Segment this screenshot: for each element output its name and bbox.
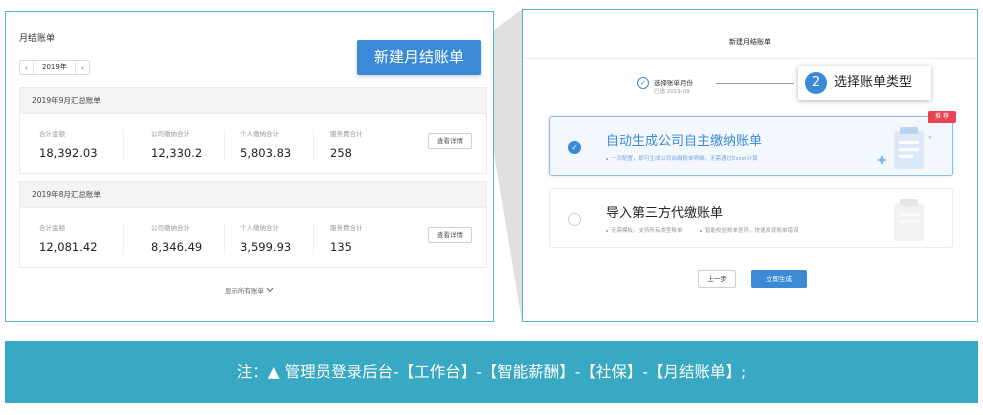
prev-year-button[interactable]: ‹ [20, 61, 33, 74]
company-label: 公司缴纳合计 [151, 130, 190, 138]
new-monthly-bill-callout[interactable]: 新建月结账单 [357, 40, 481, 75]
total-value: 18,392.03 [39, 146, 98, 160]
modal-title: 新建月结账单 [729, 38, 771, 46]
option-auto-generate[interactable]: ✓ 自动生成公司自主缴纳账单 一次配置，即可生成公司自缴账单明细，无需通过Exc… [549, 111, 956, 176]
company-amount: 公司缴纳合计 12,330.2 [151, 128, 202, 160]
instruction-banner: 注：▲ 管理员登录后台-【工作台】-【智能薪酬】-【社保】-【月结账单】; [5, 341, 978, 403]
total-label: 合计金额 [39, 130, 65, 138]
option-title: 自动生成公司自主缴纳账单 [606, 134, 763, 149]
year-picker: ‹ 2019年 › [19, 60, 90, 75]
document-illustration-icon [877, 127, 932, 169]
option-desc-text: 无需模板，支持所有类型账单 [611, 228, 683, 234]
step1-subtitle: 已选 2019-09 [654, 89, 690, 95]
company-value: 8,346.49 [151, 240, 203, 254]
personal-value: 3,599.93 [240, 240, 292, 254]
bill-card-header: 2019年8月汇总账单 [20, 182, 486, 208]
service-value: 135 [330, 240, 352, 254]
total-amount: 合计金额 12,081.42 [39, 222, 98, 254]
option-title: 导入第三方代缴账单 [606, 206, 724, 221]
option-desc-text: 一次配置，即可生成公司自缴账单明细，无需通过Excel计算 [611, 156, 758, 162]
personal-label: 个人缴纳合计 [240, 224, 279, 232]
prev-step-button[interactable]: 上一步 [698, 270, 736, 288]
service-amount: 服务费合计 135 [330, 222, 363, 254]
personal-amount: 个人缴纳合计 3,599.93 [240, 222, 291, 254]
next-year-button[interactable]: › [76, 61, 89, 74]
personal-amount: 个人缴纳合计 5,803.83 [240, 128, 291, 160]
document-illustration-icon [894, 199, 924, 241]
option-desc-text: 智能校验账单差异，快速发现账单错误 [705, 228, 799, 234]
checked-radio-icon[interactable]: ✓ [568, 141, 581, 154]
service-amount: 服务费合计 258 [330, 128, 363, 160]
show-all-label: 显示所有账单 [224, 287, 264, 295]
total-amount: 合计金额 18,392.03 [39, 128, 98, 160]
generate-now-button[interactable]: 立即生成 [751, 270, 807, 288]
recommend-badge: 推 荐 [928, 111, 956, 123]
step-select-type-callout: 2 选择账单类型 [798, 66, 931, 100]
view-detail-button[interactable]: 查看详情 [428, 227, 472, 243]
option-import-third-party[interactable]: 导入第三方代缴账单 无需模板，支持所有类型账单 智能校验账单差异，快速发现账单错… [549, 188, 953, 248]
service-label: 服务费合计 [330, 130, 363, 138]
total-label: 合计金额 [39, 224, 65, 232]
step-number: 2 [805, 72, 827, 94]
bill-card-header: 2019年9月汇总账单 [20, 88, 486, 114]
company-label: 公司缴纳合计 [151, 224, 190, 232]
bill-card: 2019年9月汇总账单 合计金额 18,392.03 公司缴纳合计 12,330… [19, 87, 487, 174]
total-value: 12,081.42 [39, 240, 98, 254]
step2-title: 选择账单类型 [834, 75, 913, 90]
bill-card: 2019年8月汇总账单 合计金额 12,081.42 公司缴纳合计 8,346.… [19, 181, 487, 268]
company-amount: 公司缴纳合计 8,346.49 [151, 222, 202, 254]
step1-title: 选择账单月份 [654, 79, 693, 87]
company-value: 12,330.2 [151, 146, 203, 160]
page-title: 月结账单 [19, 34, 56, 44]
view-detail-button[interactable]: 查看详情 [428, 133, 472, 149]
check-icon: ✓ [637, 77, 649, 89]
personal-value: 5,803.83 [240, 146, 292, 160]
radio-icon[interactable] [568, 213, 581, 226]
option-desc: 无需模板，支持所有类型账单 智能校验账单差异，快速发现账单错误 [606, 226, 799, 234]
year-value: 2019年 [33, 61, 76, 74]
service-value: 258 [330, 146, 352, 160]
chevron-down-icon [266, 287, 274, 295]
new-bill-modal: 新建月结账单 ✓ 选择账单月份 已选 2019-09 2 选择账单类型 ✓ 自动… [522, 9, 978, 322]
show-all-bills-link[interactable]: 显示所有账单 [6, 285, 493, 295]
option-desc: 一次配置，即可生成公司自缴账单明细，无需通过Excel计算 [606, 154, 758, 162]
personal-label: 个人缴纳合计 [240, 130, 279, 138]
service-label: 服务费合计 [330, 224, 363, 232]
